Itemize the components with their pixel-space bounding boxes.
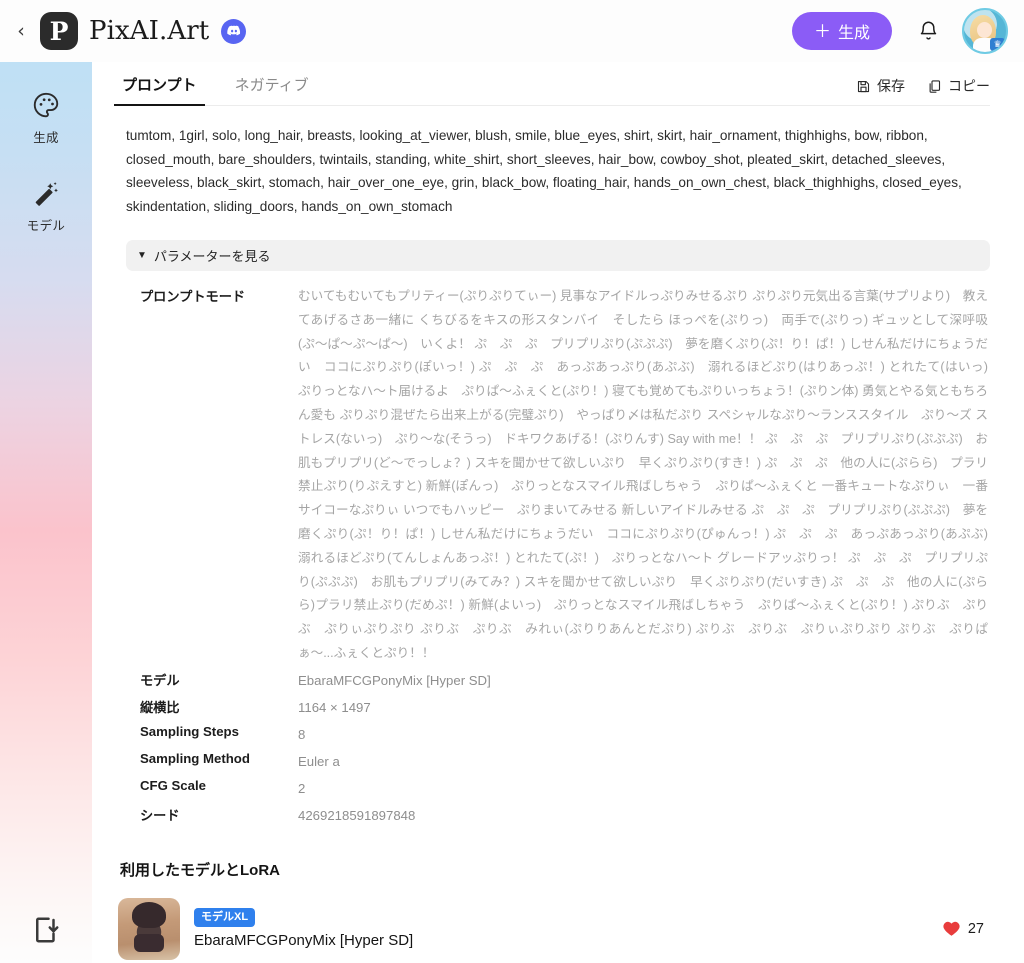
- tab-negative[interactable]: ネガティブ: [231, 74, 313, 105]
- view-parameters-label: パラメーターを見る: [153, 249, 271, 264]
- param-row-cfg-scale: CFG Scale 2: [140, 777, 990, 801]
- tab-actions: 保存 コピー: [856, 76, 990, 105]
- param-row-model: モデル EbaraMFCGPonyMix [Hyper SD]: [140, 669, 990, 693]
- prompt-text[interactable]: tumtom, 1girl, solo, long_hair, breasts,…: [118, 106, 990, 232]
- copy-button-label: コピー: [948, 78, 990, 94]
- pixai-logo-text[interactable]: PixAI.Art: [89, 16, 209, 46]
- like-count: 27: [967, 920, 984, 937]
- param-value: むいてもむいてもプリティー(ぷりぷりてぃー) 見事なアイドルっぷりみせるぷり ぷ…: [298, 289, 1001, 660]
- param-key: CFG Scale: [140, 777, 206, 793]
- model-meta: モデルXL EbaraMFCGPonyMix [Hyper SD]: [194, 908, 413, 949]
- sidebar-item-label: 生成: [33, 131, 59, 145]
- crown-badge-icon: ♛: [990, 38, 1005, 51]
- param-row-seed: シード 4269218591897848: [140, 804, 990, 828]
- param-key: 縦横比: [140, 699, 180, 715]
- param-key: Sampling Method: [140, 750, 250, 766]
- param-row-prompt-mode: プロンプトモード むいてもむいてもプリティー(ぷりぷりてぃー) 見事なアイドルっ…: [140, 285, 1001, 666]
- like-counter[interactable]: 27: [942, 920, 990, 938]
- pixai-logo-mark[interactable]: P: [40, 12, 78, 50]
- sidebar-item-label: モデル: [26, 219, 66, 233]
- param-row-sampling-steps: Sampling Steps 8: [140, 723, 990, 747]
- param-value: Euler a: [298, 753, 340, 769]
- user-avatar[interactable]: ♛: [962, 8, 1008, 54]
- param-value: 2: [298, 780, 306, 796]
- param-key: Sampling Steps: [140, 723, 239, 739]
- copy-icon: [927, 79, 942, 94]
- sidebar-item-models[interactable]: モデル: [9, 172, 83, 238]
- save-icon: [856, 79, 871, 94]
- left-sidebar: 生成 モデル: [0, 62, 92, 963]
- avatar-face: [977, 22, 992, 38]
- param-value: 8: [298, 726, 306, 742]
- heart-icon: [942, 920, 961, 938]
- discord-icon[interactable]: [221, 18, 247, 44]
- used-models-title: 利用したモデルとLoRA: [120, 861, 280, 879]
- body-row: 生成 モデル プロンプト ネガティブ 保存 コピー tumtom, 1girl,…: [0, 62, 1024, 963]
- back-chevron-icon[interactable]: ‹: [10, 11, 32, 51]
- save-button[interactable]: 保存: [856, 76, 905, 96]
- magic-wand-icon: [31, 178, 61, 208]
- param-key: プロンプトモード: [140, 289, 246, 304]
- param-value: 1164 × 1497: [298, 699, 371, 715]
- chevron-down-icon: ▼: [137, 250, 147, 261]
- save-button-label: 保存: [877, 78, 905, 94]
- param-value: 4269218591897848: [298, 807, 416, 823]
- model-name[interactable]: EbaraMFCGPonyMix [Hyper SD]: [194, 932, 413, 949]
- copy-button[interactable]: コピー: [927, 76, 990, 96]
- prompt-tabs: プロンプト ネガティブ 保存 コピー: [114, 62, 990, 106]
- tab-prompt[interactable]: プロンプト: [114, 74, 205, 106]
- model-type-badge: モデルXL: [194, 908, 256, 928]
- logo-mark-letter: P: [49, 16, 69, 46]
- model-card[interactable]: モデルXL EbaraMFCGPonyMix [Hyper SD] 27: [118, 897, 990, 960]
- app-header: ‹ P PixAI.Art ＋ 生成 ♛: [0, 0, 1024, 62]
- param-key: モデル: [140, 672, 180, 688]
- param-row-aspect-ratio: 縦横比 1164 × 1497: [140, 696, 990, 720]
- plus-icon: ＋: [813, 21, 831, 41]
- app-root: ‹ P PixAI.Art ＋ 生成 ♛ 生成 モデル プロンプト ネガティブ …: [0, 0, 1024, 963]
- install-app-icon[interactable]: [0, 915, 92, 945]
- generate-button[interactable]: ＋ 生成: [791, 12, 892, 50]
- used-models-section: 利用したモデルとLoRA モデルXL EbaraMFCGPonyMix [Hyp…: [118, 859, 990, 960]
- view-parameters-button[interactable]: ▼ パラメーターを見る: [126, 240, 990, 271]
- generate-button-label: 生成: [837, 25, 870, 42]
- param-value: EbaraMFCGPonyMix [Hyper SD]: [298, 672, 491, 688]
- model-thumbnail[interactable]: [118, 897, 180, 960]
- parameters-table: プロンプトモード むいてもむいてもプリティー(ぷりぷりてぃー) 見事なアイドルっ…: [140, 285, 1001, 831]
- palette-icon: [31, 90, 61, 120]
- sidebar-item-generate[interactable]: 生成: [9, 84, 83, 150]
- param-row-sampling-method: Sampling Method Euler a: [140, 750, 990, 774]
- param-key: シード: [140, 807, 180, 823]
- main-content: プロンプト ネガティブ 保存 コピー tumtom, 1girl, solo, …: [92, 62, 1024, 963]
- notifications-bell-icon[interactable]: [908, 11, 948, 51]
